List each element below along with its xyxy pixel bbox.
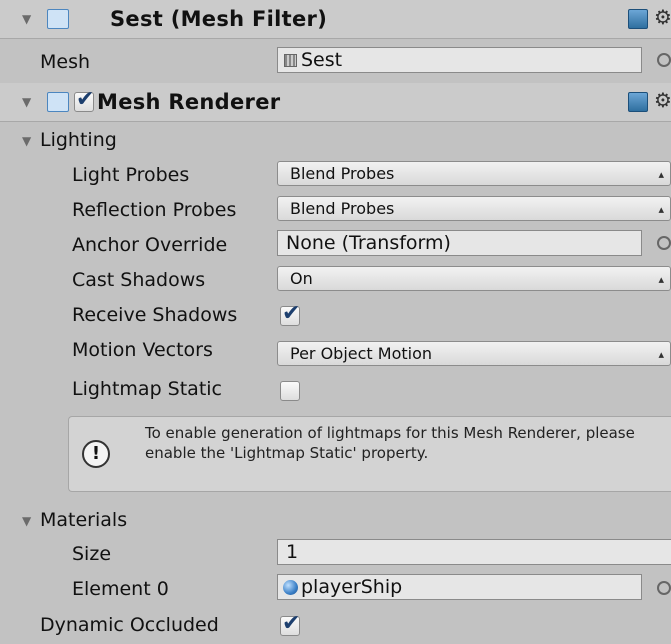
- reflection-probes-value: Blend Probes: [290, 199, 395, 218]
- reflection-probes-dropdown[interactable]: Blend Probes ▴: [277, 196, 671, 221]
- mesh-value: Sest: [301, 49, 343, 71]
- dynamic-occluded-label: Dynamic Occluded: [40, 614, 219, 636]
- element0-label: Element 0: [72, 578, 169, 600]
- mesh-filter-header[interactable]: ▼ Sest (Mesh Filter) ⚙: [0, 0, 671, 39]
- gear-icon[interactable]: ⚙: [654, 88, 671, 112]
- checkmark-icon: ✔: [76, 87, 95, 112]
- size-field[interactable]: 1: [277, 539, 671, 565]
- mesh-filter-icon: [47, 9, 69, 29]
- checkmark-icon: ✔: [282, 611, 301, 636]
- size-label: Size: [72, 543, 112, 565]
- materials-foldout-icon[interactable]: ▼: [22, 514, 31, 528]
- element0-value: playerShip: [301, 576, 403, 598]
- element0-field[interactable]: playerShip: [277, 574, 642, 600]
- motion-vectors-dropdown[interactable]: Per Object Motion ▴: [277, 341, 671, 366]
- anchor-override-label: Anchor Override: [72, 234, 228, 256]
- mesh-filter-title: Sest (Mesh Filter): [110, 7, 328, 31]
- mesh-icon: [284, 54, 297, 67]
- lighting-section-label[interactable]: Lighting: [40, 129, 117, 151]
- help-text: To enable generation of lightmaps for th…: [145, 424, 635, 462]
- object-picker-icon[interactable]: [657, 581, 671, 595]
- light-probes-label: Light Probes: [72, 164, 190, 186]
- light-probes-dropdown[interactable]: Blend Probes ▴: [277, 161, 671, 186]
- mesh-label: Mesh: [40, 51, 91, 73]
- checkmark-icon: ✔: [282, 301, 301, 326]
- dropdown-arrow-icon: ▴: [658, 348, 664, 361]
- inspector-panel: ▼ Sest (Mesh Filter) ⚙ Mesh Sest ▼ ✔ Mes…: [0, 0, 671, 644]
- mesh-renderer-header[interactable]: ▼ ✔ Mesh Renderer ⚙: [0, 83, 671, 122]
- cast-shadows-value: On: [290, 269, 313, 288]
- enabled-checkbox[interactable]: ✔: [74, 87, 94, 112]
- help-book-icon[interactable]: [628, 92, 648, 112]
- gear-icon[interactable]: ⚙: [654, 5, 671, 29]
- lightmap-static-label: Lightmap Static: [72, 378, 222, 400]
- dropdown-arrow-icon: ▴: [658, 203, 664, 216]
- lightmap-static-checkbox[interactable]: [280, 381, 300, 401]
- mesh-renderer-icon: [47, 92, 69, 112]
- materials-section-label[interactable]: Materials: [40, 509, 127, 531]
- object-picker-icon[interactable]: [657, 236, 671, 250]
- info-icon: !: [82, 440, 110, 468]
- cast-shadows-label: Cast Shadows: [72, 269, 206, 291]
- light-probes-value: Blend Probes: [290, 164, 395, 183]
- motion-vectors-value: Per Object Motion: [290, 344, 433, 363]
- foldout-arrow-icon[interactable]: ▼: [22, 95, 31, 109]
- lightmap-help-box: ! To enable generation of lightmaps for …: [68, 416, 671, 492]
- motion-vectors-label: Motion Vectors: [72, 339, 213, 361]
- mesh-field[interactable]: Sest: [277, 47, 642, 73]
- lighting-foldout-icon[interactable]: ▼: [22, 134, 31, 148]
- size-value: 1: [286, 541, 299, 563]
- dropdown-arrow-icon: ▴: [658, 273, 664, 286]
- foldout-arrow-icon[interactable]: ▼: [22, 12, 31, 26]
- reflection-probes-label: Reflection Probes: [72, 199, 237, 221]
- help-book-icon[interactable]: [628, 9, 648, 29]
- anchor-override-field[interactable]: None (Transform): [277, 230, 642, 256]
- dynamic-occluded-checkbox[interactable]: ✔: [280, 611, 300, 636]
- mesh-renderer-title: Mesh Renderer: [97, 90, 281, 114]
- material-sphere-icon: [283, 580, 298, 595]
- cast-shadows-dropdown[interactable]: On ▴: [277, 266, 671, 291]
- dropdown-arrow-icon: ▴: [658, 168, 664, 181]
- receive-shadows-checkbox[interactable]: ✔: [280, 301, 300, 326]
- anchor-override-value: None (Transform): [286, 232, 451, 254]
- receive-shadows-label: Receive Shadows: [72, 304, 238, 326]
- object-picker-icon[interactable]: [657, 53, 671, 67]
